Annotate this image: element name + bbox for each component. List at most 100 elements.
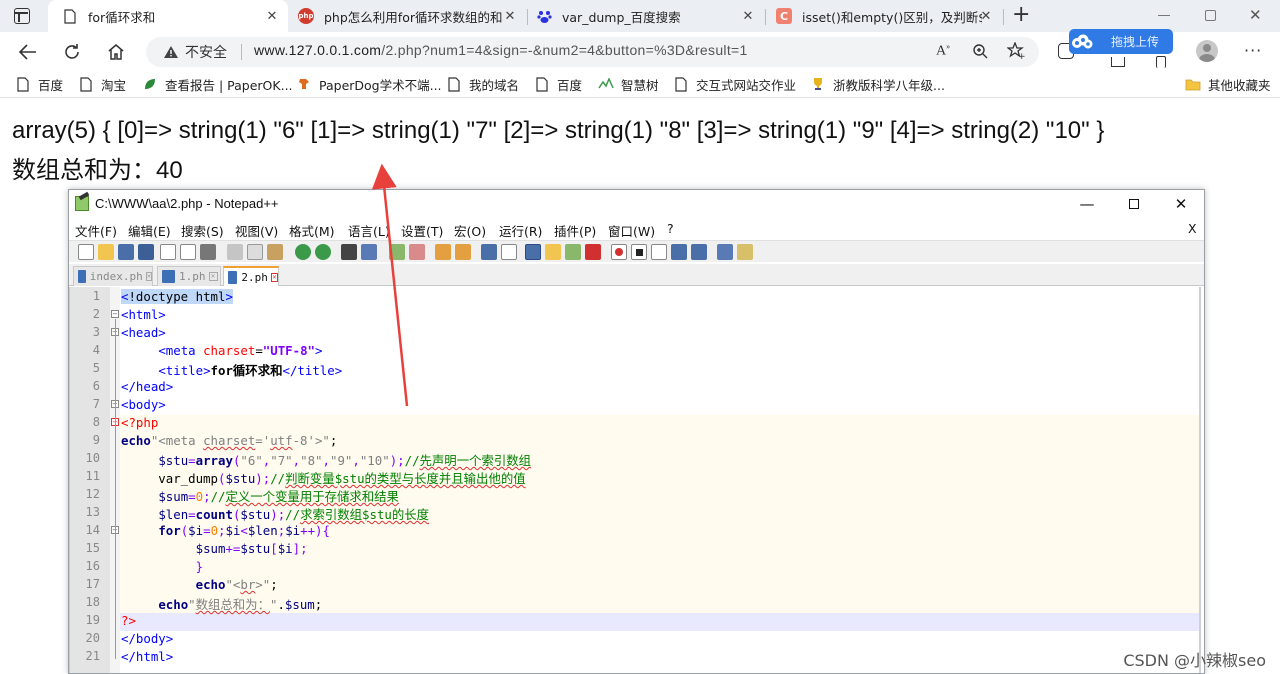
zoom-in-icon[interactable] xyxy=(389,244,405,260)
save-all-icon[interactable] xyxy=(138,244,154,260)
upload-badge[interactable]: 拖拽上传 xyxy=(1069,29,1173,54)
close-file-icon[interactable] xyxy=(160,244,176,260)
menu-close-doc[interactable]: X xyxy=(1188,221,1197,236)
window-title: C:\WWW\aa\2.php - Notepad++ xyxy=(95,196,279,211)
menu-file[interactable]: 文件(F) xyxy=(75,221,117,240)
play-macro-icon[interactable] xyxy=(651,244,667,260)
word-wrap-icon[interactable] xyxy=(481,244,497,260)
plugin-icon[interactable] xyxy=(737,244,753,260)
print-icon[interactable] xyxy=(200,244,216,260)
replace-icon[interactable] xyxy=(361,244,377,260)
bookmark-baidu-2[interactable]: 百度 xyxy=(534,74,582,94)
file-tab-index[interactable]: index.ph ✕ xyxy=(73,266,153,286)
file-tab-2[interactable]: 2.ph ✕ xyxy=(223,266,279,286)
menu-format[interactable]: 格式(M) xyxy=(289,221,335,240)
zoom-icon[interactable] xyxy=(972,43,988,63)
save-icon[interactable] xyxy=(118,244,134,260)
favorite-star-icon[interactable]: + xyxy=(1006,41,1026,64)
close-icon[interactable]: ✕ xyxy=(208,272,218,281)
close-all-icon[interactable] xyxy=(180,244,196,260)
close-icon[interactable]: ✕ xyxy=(145,272,152,281)
file-tab-1[interactable]: 1.ph ✕ xyxy=(157,266,221,286)
warning-icon xyxy=(164,46,178,58)
redo-icon[interactable] xyxy=(315,244,331,260)
find-icon[interactable] xyxy=(341,244,357,260)
menu-macro[interactable]: 宏(O) xyxy=(454,221,486,240)
menu-window[interactable]: 窗口(W) xyxy=(608,221,655,240)
back-button[interactable] xyxy=(14,38,42,66)
paste-icon[interactable] xyxy=(267,244,283,260)
stop-macro-icon[interactable] xyxy=(631,244,647,260)
line-number: 10 xyxy=(85,451,100,465)
sync-h-icon[interactable] xyxy=(455,244,471,260)
other-bookmarks-folder[interactable]: 其他收藏夹 xyxy=(1185,74,1271,94)
npp-maximize-button[interactable] xyxy=(1124,194,1144,214)
tab-label: isset()和empty()区别，及判断$_p xyxy=(802,9,982,25)
menu-help[interactable]: ? xyxy=(667,221,674,236)
bookmark-science[interactable]: 浙教版科学八年级... xyxy=(810,74,945,94)
line-number: 7 xyxy=(92,397,100,411)
bookmark-baidu[interactable]: 百度 xyxy=(15,74,63,94)
security-indicator[interactable]: 不安全 xyxy=(163,42,242,62)
sync-v-icon[interactable] xyxy=(435,244,451,260)
profile-avatar[interactable] xyxy=(1196,40,1218,62)
npp-close-button[interactable]: ✕ xyxy=(1171,194,1191,214)
record-macro-icon[interactable] xyxy=(611,244,627,260)
fold-line xyxy=(115,319,116,659)
new-file-icon[interactable] xyxy=(78,244,94,260)
menu-run[interactable]: 运行(R) xyxy=(499,221,542,240)
bookmark-interactive-site[interactable]: 交互式网站交作业 xyxy=(673,74,796,94)
bookmark-zhihuishu[interactable]: 智慧树 xyxy=(598,74,659,94)
code-editor[interactable]: 1 2 3 4 5 6 7 8 9 10 11 12 13 14 15 16 1… xyxy=(69,287,1201,673)
tab-var-dump-search[interactable]: var_dump_百度搜索 ✕ xyxy=(528,0,764,32)
restore-button[interactable] xyxy=(1205,10,1216,21)
zoom-out-icon[interactable] xyxy=(409,244,425,260)
bookmark-label: 其他收藏夹 xyxy=(1208,77,1271,93)
close-icon[interactable]: ✕ xyxy=(264,8,280,24)
menu-search[interactable]: 搜索(S) xyxy=(181,221,224,240)
tab-actions-icon[interactable] xyxy=(14,8,30,24)
tab-isset-empty[interactable]: C isset()和empty()区别，及判断$_p ✕ xyxy=(766,0,1002,32)
close-window-button[interactable]: ✕ xyxy=(1249,6,1262,24)
minimize-button[interactable] xyxy=(1158,15,1170,16)
lang-icon[interactable] xyxy=(545,244,561,260)
close-icon[interactable]: ✕ xyxy=(502,8,518,24)
bookmark-paperdog[interactable]: PaperDog学术不端... xyxy=(296,74,442,94)
close-icon[interactable]: ✕ xyxy=(270,272,278,282)
run-macro-multi-icon[interactable] xyxy=(671,244,687,260)
function-list-icon[interactable] xyxy=(585,244,601,260)
leaf-icon xyxy=(142,76,158,92)
new-tab-button[interactable]: + xyxy=(1012,3,1030,27)
menu-settings[interactable]: 设置(T) xyxy=(401,221,443,240)
menu-language[interactable]: 语言(L) xyxy=(348,221,390,240)
bookmark-taobao[interactable]: 淘宝 xyxy=(78,74,126,94)
tab-php-array-sum[interactable]: php php怎么利用for循环求数组的和 ✕ xyxy=(290,0,526,32)
read-aloud-icon[interactable]: A» xyxy=(936,42,950,60)
bookmark-my-domain[interactable]: 我的域名 xyxy=(446,74,519,94)
bookmark-paperok[interactable]: 查看报告 | PaperOK... xyxy=(142,74,293,94)
save-macro-icon[interactable] xyxy=(691,244,707,260)
close-icon[interactable]: ✕ xyxy=(978,8,994,24)
refresh-button[interactable] xyxy=(58,38,86,66)
spell-check-icon[interactable] xyxy=(717,244,733,260)
doc-map-icon[interactable] xyxy=(565,244,581,260)
menu-plugins[interactable]: 插件(P) xyxy=(554,221,596,240)
menu-view[interactable]: 视图(V) xyxy=(235,221,278,240)
indent-guide-icon[interactable] xyxy=(525,244,541,260)
home-button[interactable] xyxy=(102,38,130,66)
url-text[interactable]: www.127.0.0.1.com/2.php?num1=4&sign=-&nu… xyxy=(254,42,748,58)
sync-icon[interactable] xyxy=(1156,56,1166,68)
collections-icon[interactable] xyxy=(1111,57,1125,67)
copy-icon[interactable] xyxy=(247,244,263,260)
vertical-scrollbar[interactable] xyxy=(1199,287,1201,673)
tab-for-loop-sum[interactable]: for循环求和 ✕ xyxy=(48,0,288,32)
close-icon[interactable]: ✕ xyxy=(740,8,756,24)
cut-icon[interactable] xyxy=(227,244,243,260)
fold-toggle-icon[interactable]: − xyxy=(111,310,119,318)
show-all-chars-icon[interactable] xyxy=(501,244,517,260)
npp-minimize-button[interactable]: — xyxy=(1077,194,1097,214)
more-menu-icon[interactable]: ··· xyxy=(1244,41,1262,60)
open-file-icon[interactable] xyxy=(98,244,114,260)
undo-icon[interactable] xyxy=(295,244,311,260)
menu-edit[interactable]: 编辑(E) xyxy=(128,221,171,240)
